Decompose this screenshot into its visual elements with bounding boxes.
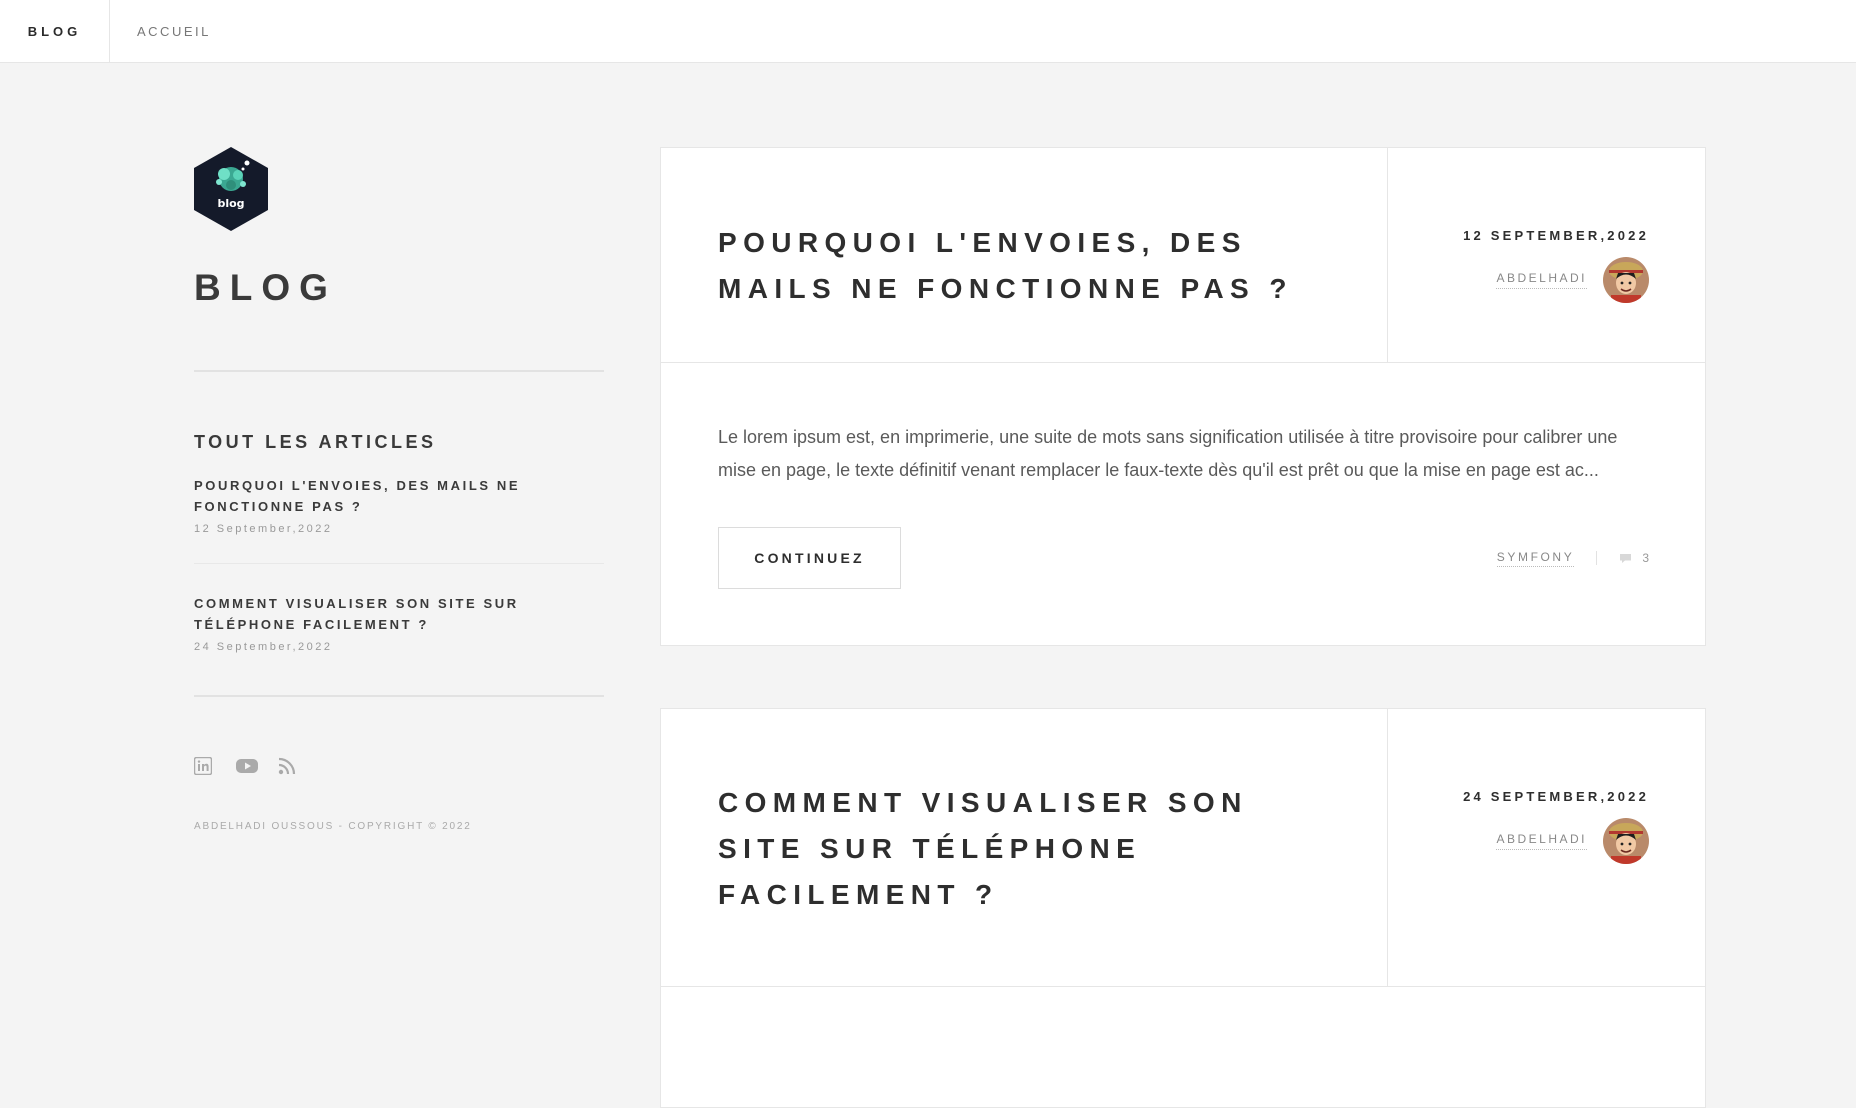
category-link[interactable]: SYMFONY [1496, 550, 1575, 567]
comments-number: 3 [1642, 551, 1649, 565]
rss-icon[interactable] [278, 757, 298, 777]
recent-article-date: 24 September,2022 [194, 641, 333, 653]
post-header: Comment visualiser son site sur téléphon… [661, 709, 1705, 987]
top-navigation-bar: BLOG ACCUEIL [0, 0, 1856, 63]
recent-articles-heading: TOUT LES ARTICLES [194, 432, 437, 452]
comments-count[interactable]: 3 [1619, 551, 1649, 565]
brand-link[interactable]: BLOG [0, 0, 110, 62]
avatar[interactable] [1603, 818, 1649, 864]
sidebar: blog BLOG TOUT LES ARTICLES Pourquoi l'e… [193, 147, 604, 832]
post-title-cell: Comment visualiser son site sur téléphon… [661, 709, 1388, 986]
post-title-cell: Pourquoi l'envoies, des mails ne fonctio… [661, 148, 1388, 362]
post-meta: 24 SEPTEMBER,2022 ABDELHADI [1388, 709, 1705, 986]
post-header: Pourquoi l'envoies, des mails ne fonctio… [661, 148, 1705, 363]
continue-button[interactable]: CONTINUEZ [718, 527, 901, 589]
social-links [193, 756, 604, 777]
recent-article-date: 12 September,2022 [194, 523, 333, 535]
divider [194, 695, 604, 697]
post-author: ABDELHADI [1388, 257, 1649, 303]
post-meta: 12 SEPTEMBER,2022 ABDELHADI [1388, 148, 1705, 362]
avatar[interactable] [1603, 257, 1649, 303]
author-name-link[interactable]: ABDELHADI [1496, 832, 1587, 850]
post-stats: SYMFONY 3 [1496, 550, 1649, 567]
post-date: 12 SEPTEMBER,2022 [1463, 228, 1649, 243]
hexagon-logo-icon [194, 147, 268, 231]
divider [1596, 551, 1598, 565]
post-author: ABDELHADI [1388, 818, 1649, 864]
post-title-link[interactable]: Comment visualiser son site sur téléphon… [718, 780, 1331, 918]
post-date: 24 SEPTEMBER,2022 [1463, 789, 1649, 804]
post-card: Comment visualiser son site sur téléphon… [660, 708, 1706, 1108]
recent-article-item: Pourquoi l'envoies, des mails ne fonctio… [194, 475, 604, 563]
recent-article-link[interactable]: Pourquoi l'envoies, des mails ne fonctio… [194, 475, 604, 517]
post-card: Pourquoi l'envoies, des mails ne fonctio… [660, 147, 1706, 646]
post-body: Le lorem ipsum est, en imprimerie, une s… [661, 363, 1705, 645]
recent-article-item: Comment visualiser son site sur téléphon… [194, 563, 604, 681]
youtube-icon[interactable] [236, 757, 258, 777]
divider [194, 370, 604, 372]
linkedin-icon[interactable] [193, 756, 214, 777]
author-name-link[interactable]: ABDELHADI [1496, 271, 1587, 289]
comment-icon [1620, 553, 1632, 563]
logo-text: blog [217, 197, 245, 210]
recent-articles-list: Pourquoi l'envoies, des mails ne fonctio… [194, 475, 604, 681]
copyright-text: ABDELHADI OUSSOUS - COPYRIGHT © 2022 [194, 821, 472, 832]
post-excerpt: Le lorem ipsum est, en imprimerie, une s… [718, 427, 1618, 480]
main-nav: ACCUEIL [110, 0, 211, 62]
post-title-link[interactable]: Pourquoi l'envoies, des mails ne fonctio… [718, 220, 1331, 312]
post-footer: CONTINUEZ SYMFONY 3 [718, 527, 1649, 589]
site-title: BLOG [194, 267, 337, 308]
recent-article-link[interactable]: Comment visualiser son site sur téléphon… [194, 593, 604, 635]
nav-link-accueil[interactable]: ACCUEIL [137, 24, 211, 39]
site-logo[interactable]: blog [194, 147, 268, 231]
